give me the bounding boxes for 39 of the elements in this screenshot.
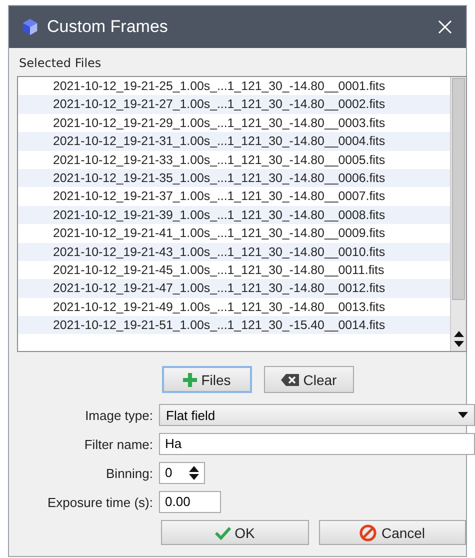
file-list-item[interactable]: 2021-10-12_19-21-43_1.00s_...1_121_30_-14.80__0010.fits [18,242,450,261]
number-spinner[interactable]: 0 [159,462,205,484]
file-list-item[interactable]: 2021-10-12_19-21-37_1.00s_...1_121_30_-14.80__0007.fits [18,187,450,206]
cancel-button[interactable]: Cancel [318,520,466,545]
dropdown-arrow-icon [458,412,468,418]
spinner-arrows-icon [189,465,199,481]
file-list-item[interactable]: 2021-10-12_19-21-41_1.00s_...1_121_30_-14.80__0009.fits [18,224,450,243]
file-list-item[interactable]: 2021-10-12_19-21-33_1.00s_...1_121_30_-14.80__0005.fits [18,150,450,169]
add-files-button[interactable]: Files [162,366,252,393]
image-type-dropdown[interactable]: Flat field [159,404,475,426]
plus-icon [183,372,198,386]
checkmark-icon [214,526,231,540]
file-list-item[interactable]: 2021-10-12_19-21-29_1.00s_...1_121_30_-14.80__0003.fits [18,114,450,132]
scroll-up-icon[interactable] [454,331,464,337]
window-title: Custom Frames [47,17,168,37]
scroll-down-icon[interactable] [454,341,464,347]
field-label: Image type: [84,408,153,422]
text-field[interactable]: Ha [159,433,475,455]
no-entry-icon [359,524,378,542]
file-list-item[interactable]: 2021-10-12_19-21-35_1.00s_...1_121_30_-14.80__0006.fits [18,168,450,188]
close-icon[interactable] [438,20,452,34]
file-list-item[interactable]: 2021-10-12_19-21-45_1.00s_...1_121_30_-14.80__0011.fits [18,260,450,280]
file-list-item[interactable]: 2021-10-12_19-21-27_1.00s_...1_121_30_-14.80__0002.fits [18,95,450,114]
clear-button[interactable]: Clear [264,366,354,393]
ok-button[interactable]: OK [161,520,308,545]
file-list-item[interactable]: 2021-10-12_19-21-47_1.00s_...1_121_30_-14.80__0012.fits [18,279,450,298]
field-label: Filter name: [83,436,153,452]
field-label: Exposure time (s): [46,494,153,510]
file-list-item[interactable]: 2021-10-12_19-21-39_1.00s_...1_121_30_-14.80__0008.fits [18,206,450,224]
number-field[interactable]: 0.00 [159,491,221,513]
cube-icon [21,18,39,36]
section-label: Selected Files [19,56,102,70]
backspace-icon [281,374,300,386]
scrollbar[interactable] [450,77,466,351]
file-list-item[interactable]: 2021-10-12_19-21-49_1.00s_...1_121_30_-14.80__0013.fits [18,298,450,316]
field-label: Binning: [105,466,153,480]
file-list-item[interactable]: 2021-10-12_19-21-31_1.00s_...1_121_30_-14.80__0004.fits [18,132,450,151]
file-list-item[interactable]: 2021-10-12_19-21-25_1.00s_...1_121_30_-14.80__0001.fits [18,77,450,96]
file-list-item[interactable]: 2021-10-12_19-21-51_1.00s_...1_121_30_-15.40__0014.fits [18,316,450,334]
